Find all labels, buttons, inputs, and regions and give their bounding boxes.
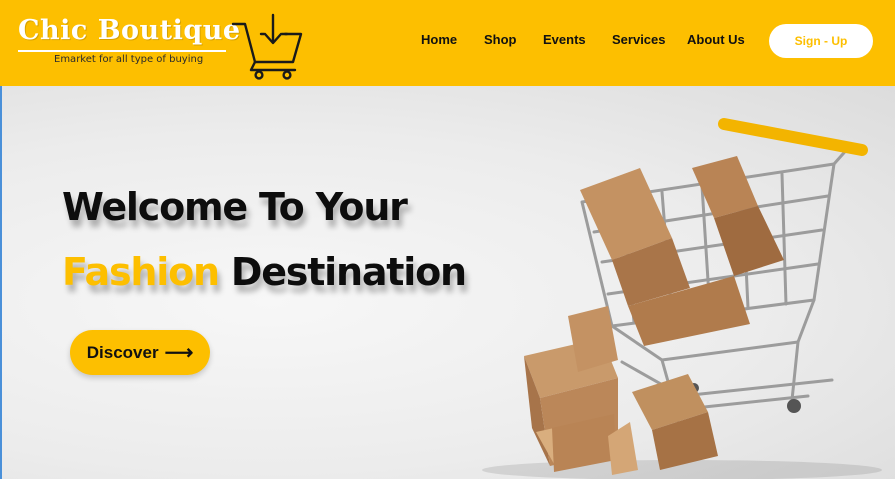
discover-label: Discover xyxy=(86,342,159,362)
nav-services[interactable]: Services xyxy=(612,32,666,47)
shopping-cart-download-icon xyxy=(231,13,303,80)
brand[interactable]: Chic Boutique Emarket for all type of bu… xyxy=(18,14,241,65)
nav-shop[interactable]: Shop xyxy=(484,32,517,47)
navbar: Chic Boutique Emarket for all type of bu… xyxy=(0,0,895,86)
long-arrow-right-icon: ⟶ xyxy=(164,341,194,364)
hero-title-rest: Destination xyxy=(218,250,467,294)
hero-title-accent: Fashion xyxy=(62,250,220,294)
signup-button[interactable]: Sign - Up xyxy=(769,24,873,58)
nav-events[interactable]: Events xyxy=(543,32,586,47)
nav-about-us[interactable]: About Us xyxy=(687,32,745,47)
brand-name: Chic Boutique xyxy=(18,15,241,46)
nav-home[interactable]: Home xyxy=(421,32,457,47)
brand-underline xyxy=(18,50,226,52)
hero-title-line1: Welcome To Your xyxy=(62,185,408,229)
hero-title-line2: Fashion Destination xyxy=(62,249,467,295)
hero-section: Welcome To Your Fashion Destination Disc… xyxy=(0,86,895,479)
shopping-cart-boxes-illustration xyxy=(482,118,882,479)
discover-button[interactable]: Discover ⟶ xyxy=(70,330,210,375)
cart-handle xyxy=(718,118,868,156)
brand-tagline: Emarket for all type of buying xyxy=(54,54,204,65)
